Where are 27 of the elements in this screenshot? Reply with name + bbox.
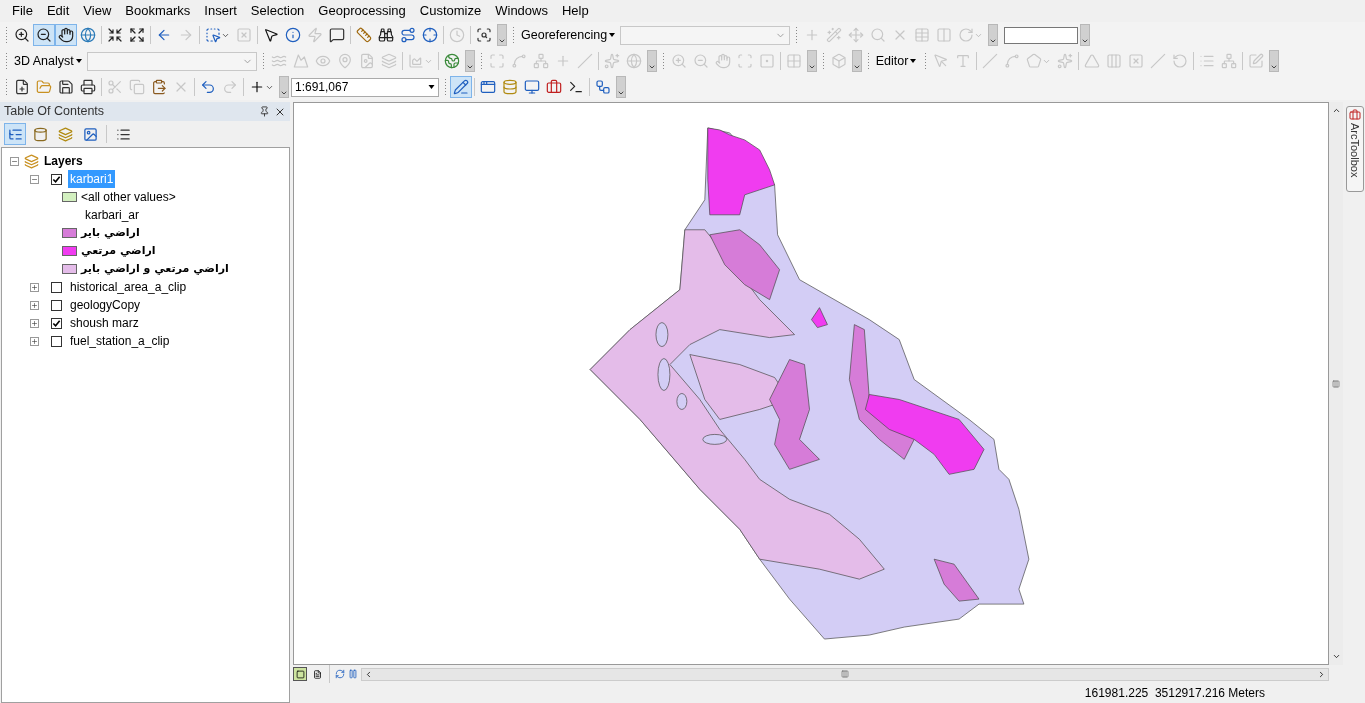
legend-label: اراضي مرتعي و اراضي باير xyxy=(81,260,229,277)
menu-item[interactable]: Bookmarks xyxy=(119,1,197,21)
coordinates-readout: 161981.225 3512917.216 Meters xyxy=(1084,685,1265,702)
menu-item[interactable]: Customize xyxy=(413,1,488,21)
menu-item[interactable]: Windows xyxy=(489,1,554,21)
menu-item[interactable]: Insert xyxy=(198,1,243,21)
panel-title: Table Of Contents xyxy=(4,103,105,121)
menu-item[interactable]: File xyxy=(6,1,39,21)
layer-name[interactable]: geologyCopy xyxy=(68,296,143,314)
scale-dropdown-field[interactable]: 1:691,067 xyxy=(291,77,439,97)
tree-item[interactable]: Layers xyxy=(44,152,83,170)
side-tab[interactable]: ArcToolbox xyxy=(1346,106,1364,192)
legend-field-name: karbari_ar xyxy=(85,207,140,224)
toolbar-menu[interactable]: 3D Analyst xyxy=(11,51,85,71)
toolbar-menu[interactable]: Georeferencing xyxy=(518,25,619,45)
layer-name[interactable]: shoush marz xyxy=(68,314,141,332)
menu-item[interactable]: Selection xyxy=(244,1,311,21)
menu-item[interactable]: View xyxy=(77,1,118,21)
layer-name[interactable]: fuel_station_a_clip xyxy=(68,332,172,350)
legend-label: <all other values> xyxy=(81,189,176,206)
menu-item[interactable]: Help xyxy=(555,1,595,21)
menu-item[interactable]: Edit xyxy=(40,1,76,21)
menu-item[interactable]: Geoprocessing xyxy=(312,1,412,21)
layer-name[interactable]: historical_area_a_clip xyxy=(68,278,189,296)
toolbar-menu[interactable]: Editor xyxy=(872,51,920,71)
legend-label: اراضي باير xyxy=(81,224,140,241)
legend-label: اراضي مرتعي xyxy=(81,242,156,259)
